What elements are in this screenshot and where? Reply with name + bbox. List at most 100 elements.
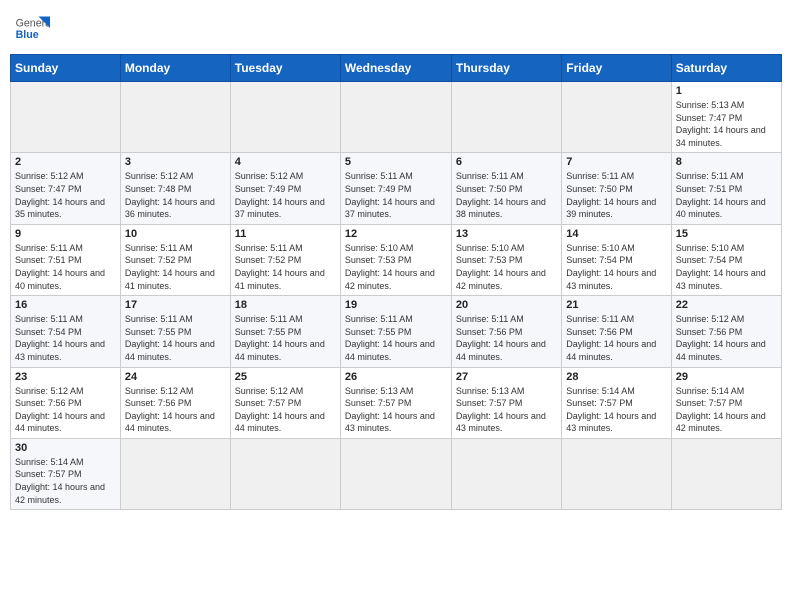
calendar-cell: 22 Sunrise: 5:12 AMSunset: 7:56 PMDayligh… [671, 296, 781, 367]
day-number: 27 [456, 371, 557, 383]
day-info: Sunrise: 5:10 AMSunset: 7:53 PMDaylight:… [345, 242, 447, 292]
day-info: Sunrise: 5:12 AMSunset: 7:49 PMDaylight:… [235, 170, 336, 220]
calendar-week-row: 16 Sunrise: 5:11 AMSunset: 7:54 PMDayligh… [11, 296, 782, 367]
calendar-table: SundayMondayTuesdayWednesdayThursdayFrid… [10, 54, 782, 510]
calendar-cell [120, 438, 230, 509]
logo: General Blue [14, 10, 50, 46]
day-info: Sunrise: 5:14 AMSunset: 7:57 PMDaylight:… [15, 456, 116, 506]
day-info: Sunrise: 5:11 AMSunset: 7:54 PMDaylight:… [15, 313, 116, 363]
day-info: Sunrise: 5:10 AMSunset: 7:53 PMDaylight:… [456, 242, 557, 292]
day-number: 1 [676, 85, 777, 97]
calendar-cell: 16 Sunrise: 5:11 AMSunset: 7:54 PMDayligh… [11, 296, 121, 367]
weekday-header: Friday [562, 55, 671, 82]
calendar-cell [340, 82, 451, 153]
calendar-cell: 7 Sunrise: 5:11 AMSunset: 7:50 PMDaylight… [562, 153, 671, 224]
day-number: 22 [676, 299, 777, 311]
day-number: 21 [566, 299, 666, 311]
day-info: Sunrise: 5:13 AMSunset: 7:57 PMDaylight:… [345, 385, 447, 435]
day-info: Sunrise: 5:12 AMSunset: 7:56 PMDaylight:… [15, 385, 116, 435]
day-info: Sunrise: 5:12 AMSunset: 7:56 PMDaylight:… [676, 313, 777, 363]
day-info: Sunrise: 5:12 AMSunset: 7:48 PMDaylight:… [125, 170, 226, 220]
calendar-cell: 21 Sunrise: 5:11 AMSunset: 7:56 PMDayligh… [562, 296, 671, 367]
day-number: 14 [566, 228, 666, 240]
day-info: Sunrise: 5:10 AMSunset: 7:54 PMDaylight:… [676, 242, 777, 292]
calendar-cell: 29 Sunrise: 5:14 AMSunset: 7:57 PMDayligh… [671, 367, 781, 438]
day-number: 2 [15, 156, 116, 168]
calendar-cell [671, 438, 781, 509]
day-info: Sunrise: 5:11 AMSunset: 7:55 PMDaylight:… [235, 313, 336, 363]
calendar-week-row: 2 Sunrise: 5:12 AMSunset: 7:47 PMDaylight… [11, 153, 782, 224]
logo-icon: General Blue [14, 10, 50, 46]
day-number: 3 [125, 156, 226, 168]
calendar-cell: 13 Sunrise: 5:10 AMSunset: 7:53 PMDayligh… [451, 224, 561, 295]
calendar-cell [340, 438, 451, 509]
calendar-cell: 19 Sunrise: 5:11 AMSunset: 7:55 PMDayligh… [340, 296, 451, 367]
calendar-cell: 25Sunrise: 5:12 AMSunset: 7:57 PMDayligh… [230, 367, 340, 438]
day-info: Sunrise: 5:11 AMSunset: 7:56 PMDaylight:… [566, 313, 666, 363]
calendar-cell [451, 438, 561, 509]
weekday-header: Thursday [451, 55, 561, 82]
calendar-cell: 24 Sunrise: 5:12 AMSunset: 7:56 PMDayligh… [120, 367, 230, 438]
day-info: Sunrise: 5:14 AMSunset: 7:57 PMDaylight:… [566, 385, 666, 435]
day-number: 19 [345, 299, 447, 311]
calendar-cell: 18 Sunrise: 5:11 AMSunset: 7:55 PMDayligh… [230, 296, 340, 367]
day-info: Sunrise: 5:10 AMSunset: 7:54 PMDaylight:… [566, 242, 666, 292]
calendar-cell [230, 82, 340, 153]
day-info: Sunrise: 5:12 AMSunset: 7:47 PMDaylight:… [15, 170, 116, 220]
calendar-cell: 15 Sunrise: 5:10 AMSunset: 7:54 PMDayligh… [671, 224, 781, 295]
day-info: Sunrise: 5:11 AMSunset: 7:52 PMDaylight:… [125, 242, 226, 292]
day-number: 8 [676, 156, 777, 168]
day-number: 30 [15, 442, 116, 454]
calendar-cell: 12Sunrise: 5:10 AMSunset: 7:53 PMDayligh… [340, 224, 451, 295]
day-info: Sunrise: 5:13 AMSunset: 7:47 PMDaylight:… [676, 99, 777, 149]
day-number: 29 [676, 371, 777, 383]
svg-text:Blue: Blue [16, 29, 39, 41]
calendar-cell: 1 Sunrise: 5:13 AMSunset: 7:47 PMDaylight… [671, 82, 781, 153]
calendar-cell: 3 Sunrise: 5:12 AMSunset: 7:48 PMDaylight… [120, 153, 230, 224]
day-info: Sunrise: 5:11 AMSunset: 7:56 PMDaylight:… [456, 313, 557, 363]
day-number: 5 [345, 156, 447, 168]
day-number: 18 [235, 299, 336, 311]
calendar-cell [562, 438, 671, 509]
calendar-cell: 30 Sunrise: 5:14 AMSunset: 7:57 PMDayligh… [11, 438, 121, 509]
day-number: 10 [125, 228, 226, 240]
day-info: Sunrise: 5:11 AMSunset: 7:55 PMDaylight:… [125, 313, 226, 363]
calendar-cell: 4 Sunrise: 5:12 AMSunset: 7:49 PMDaylight… [230, 153, 340, 224]
day-number: 24 [125, 371, 226, 383]
calendar-cell: 11 Sunrise: 5:11 AMSunset: 7:52 PMDayligh… [230, 224, 340, 295]
day-info: Sunrise: 5:14 AMSunset: 7:57 PMDaylight:… [676, 385, 777, 435]
day-number: 16 [15, 299, 116, 311]
calendar-cell: 6Sunrise: 5:11 AMSunset: 7:50 PMDaylight… [451, 153, 561, 224]
day-number: 6 [456, 156, 557, 168]
day-number: 23 [15, 371, 116, 383]
weekday-header: Tuesday [230, 55, 340, 82]
calendar-cell [451, 82, 561, 153]
calendar-week-row: 23 Sunrise: 5:12 AMSunset: 7:56 PMDayligh… [11, 367, 782, 438]
calendar-week-row: 30 Sunrise: 5:14 AMSunset: 7:57 PMDayligh… [11, 438, 782, 509]
day-number: 11 [235, 228, 336, 240]
calendar-week-row: 9 Sunrise: 5:11 AMSunset: 7:51 PMDaylight… [11, 224, 782, 295]
calendar-cell [562, 82, 671, 153]
day-info: Sunrise: 5:11 AMSunset: 7:55 PMDaylight:… [345, 313, 447, 363]
day-info: Sunrise: 5:11 AMSunset: 7:51 PMDaylight:… [15, 242, 116, 292]
day-number: 9 [15, 228, 116, 240]
day-number: 7 [566, 156, 666, 168]
day-info: Sunrise: 5:11 AMSunset: 7:50 PMDaylight:… [566, 170, 666, 220]
calendar-cell [11, 82, 121, 153]
day-info: Sunrise: 5:13 AMSunset: 7:57 PMDaylight:… [456, 385, 557, 435]
page-header: General Blue [10, 10, 782, 46]
day-info: Sunrise: 5:11 AMSunset: 7:52 PMDaylight:… [235, 242, 336, 292]
weekday-header: Wednesday [340, 55, 451, 82]
day-number: 20 [456, 299, 557, 311]
day-info: Sunrise: 5:11 AMSunset: 7:51 PMDaylight:… [676, 170, 777, 220]
day-info: Sunrise: 5:11 AMSunset: 7:49 PMDaylight:… [345, 170, 447, 220]
day-number: 13 [456, 228, 557, 240]
day-number: 4 [235, 156, 336, 168]
calendar-cell: 17Sunrise: 5:11 AMSunset: 7:55 PMDayligh… [120, 296, 230, 367]
day-info: Sunrise: 5:12 AMSunset: 7:56 PMDaylight:… [125, 385, 226, 435]
day-number: 15 [676, 228, 777, 240]
calendar-cell: 2 Sunrise: 5:12 AMSunset: 7:47 PMDaylight… [11, 153, 121, 224]
weekday-header: Saturday [671, 55, 781, 82]
calendar-cell: 27 Sunrise: 5:13 AMSunset: 7:57 PMDayligh… [451, 367, 561, 438]
day-number: 25 [235, 371, 336, 383]
